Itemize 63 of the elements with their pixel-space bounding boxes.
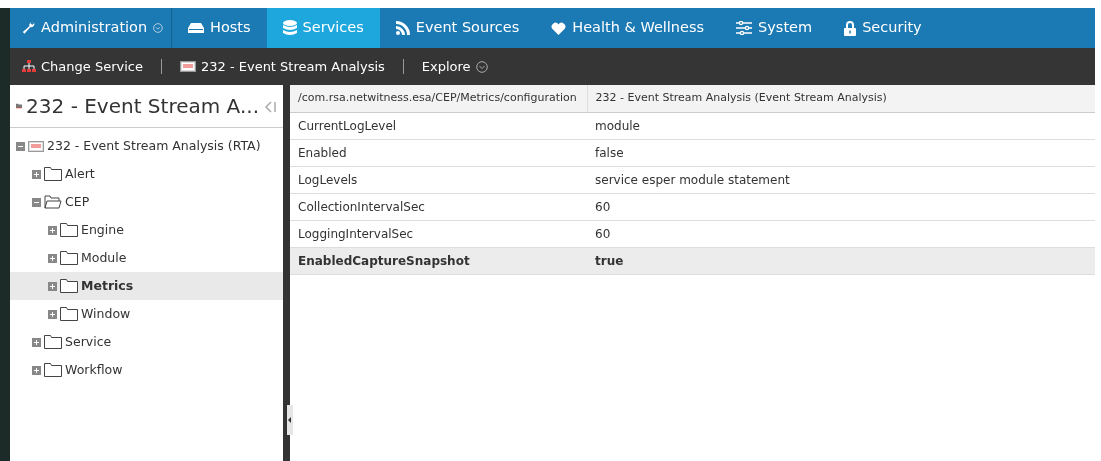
heart-icon [551, 21, 567, 35]
plus-icon [32, 337, 41, 347]
tree-item[interactable]: CEP [10, 188, 283, 216]
column-header: /com.rsa.netwitness.esa/CEP/Metrics/configuration [290, 85, 587, 112]
lock-icon [844, 20, 857, 36]
nav-tab[interactable]: Event Sources [379, 8, 536, 48]
chevron-left-icon [263, 98, 277, 115]
property-value: service esper module statement [587, 166, 1095, 193]
wrench-icon [22, 20, 36, 36]
sliders-icon [736, 21, 753, 35]
plus-icon [48, 225, 57, 235]
plus-icon [32, 365, 41, 375]
property-value: module [587, 112, 1095, 139]
tree-item[interactable]: Module [10, 244, 283, 272]
chevron-icon [475, 60, 488, 73]
column-header: 232 - Event Stream Analysis (Event Stream Analysis) [587, 85, 1095, 112]
nav-tab[interactable]: Hosts [172, 8, 267, 48]
folder-icon [60, 251, 78, 265]
nav-tab[interactable]: Health & Wellness [535, 8, 721, 48]
property-name: EnabledCaptureSnapshot [290, 247, 587, 274]
tree-item[interactable]: Service [10, 328, 283, 356]
property-name: Enabled [290, 139, 587, 166]
chevron-icon [153, 22, 163, 34]
plus-icon [48, 281, 57, 291]
tree-item[interactable]: 232 - Event Stream Analysis (RTA) [10, 132, 283, 160]
tree-item[interactable]: Engine [10, 216, 283, 244]
property-name: CurrentLogLevel [290, 112, 587, 139]
property-value: true [587, 247, 1095, 274]
folder-icon [60, 223, 78, 237]
plus-icon [48, 309, 57, 319]
panel-title: 232 - Event Stream A... [26, 93, 259, 120]
collapse-handle[interactable] [287, 405, 293, 435]
minus-icon [32, 197, 41, 207]
nav-tab[interactable]: System [720, 8, 829, 48]
property-value: 60 [587, 193, 1095, 220]
property-name: CollectionIntervalSec [290, 193, 587, 220]
folder-icon [44, 335, 62, 349]
tree-item[interactable]: Workflow [10, 356, 283, 384]
change-service-button[interactable]: Change Service [18, 56, 147, 77]
feed-icon [395, 21, 410, 35]
service-icon [179, 61, 196, 72]
service-button[interactable]: 232 - Event Stream Analysis [175, 56, 389, 77]
plus-icon [32, 169, 41, 179]
tree-item[interactable]: Metrics [10, 272, 283, 300]
hierarchy-icon [22, 60, 36, 73]
server-icon [188, 23, 204, 33]
nav-tab[interactable]: Security [828, 8, 938, 48]
folder-icon [44, 167, 62, 181]
database-icon [282, 20, 297, 36]
plus-icon [48, 253, 57, 263]
property-name: LogLevels [290, 166, 587, 193]
service-icon [28, 140, 44, 152]
tree-item[interactable]: Alert [10, 160, 283, 188]
folder-icon [60, 279, 78, 293]
property-value: 60 [587, 220, 1095, 247]
tree-item[interactable]: Window [10, 300, 283, 328]
explore-menu[interactable]: Explore [417, 56, 492, 77]
folder-icon [44, 363, 62, 377]
property-name: LoggingIntervalSec [290, 220, 587, 247]
folder-icon [60, 307, 78, 321]
open-folder-icon [44, 195, 62, 209]
minus-icon [16, 141, 25, 151]
property-value: false [587, 139, 1095, 166]
